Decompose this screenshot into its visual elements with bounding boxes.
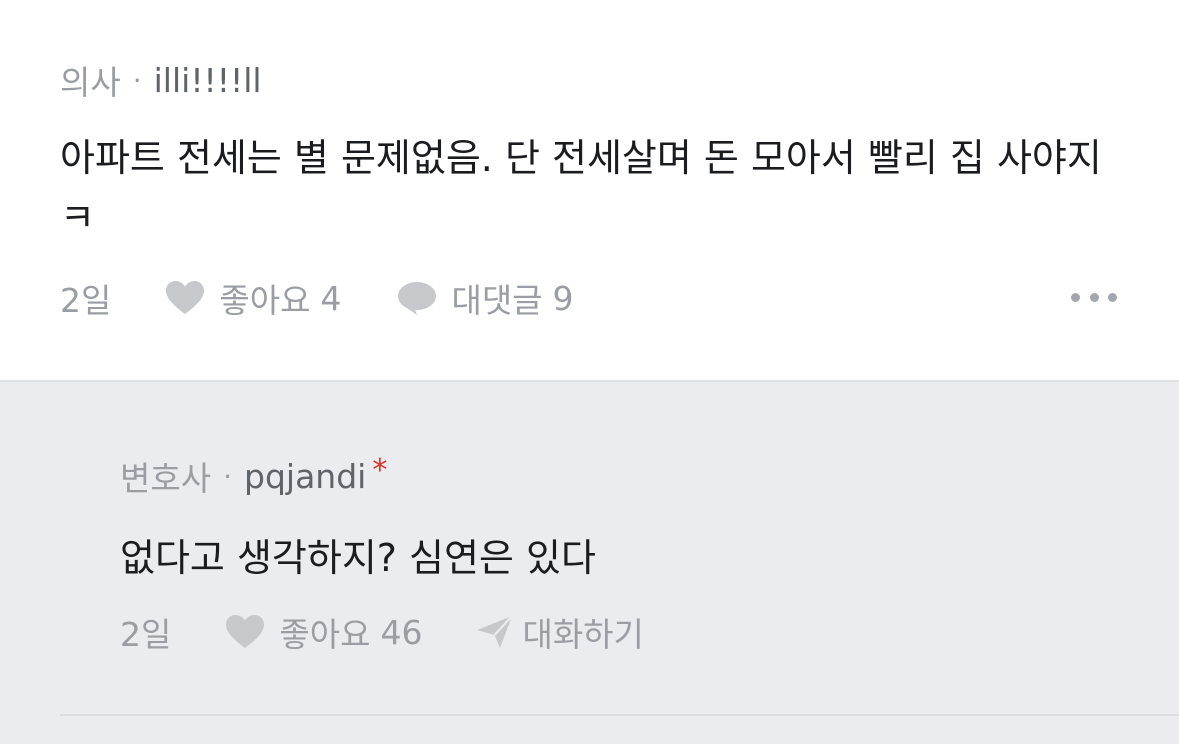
like-label: 좋아요	[219, 281, 311, 320]
more-dot	[1108, 292, 1117, 302]
like-count: 4	[320, 278, 342, 318]
comment-text: 아파트 전세는 별 문제없음. 단 전세살며 돈 모아서 빨리 집 사야지 ㅋ	[60, 136, 1102, 240]
reply-count: 9	[552, 278, 574, 318]
reply-time: 2일	[120, 608, 171, 656]
more-dot	[1089, 292, 1099, 302]
comment-card: 의사 · illi!!!!ll 아파트 전세는 별 문제없음. 단 전세살며 돈…	[0, 0, 1179, 380]
comment-thread: 의사 · illi!!!!ll 아파트 전세는 별 문제없음. 단 전세살며 돈…	[0, 0, 1179, 744]
like-count: 46	[380, 612, 423, 652]
meta-separator: ·	[132, 63, 142, 97]
author-nickname[interactable]: pqjandi	[244, 457, 366, 496]
heart-icon	[225, 614, 265, 650]
comment-time: 2일	[60, 274, 111, 322]
reply-actions: 2일 좋아요 46 대화하기	[120, 608, 644, 656]
chat-label: 대화하기	[522, 615, 644, 654]
heart-icon	[165, 280, 205, 316]
comment-author[interactable]: 의사 · illi!!!!ll	[60, 56, 262, 104]
reply-author[interactable]: 변호사 · pqjandi *	[120, 452, 387, 500]
reply-text: 없다고 생각하지? 심연은 있다	[120, 536, 596, 580]
time-label: 2일	[60, 281, 112, 320]
like-label: 좋아요	[279, 615, 371, 654]
reply-card: 변호사 · pqjandi * 없다고 생각하지? 심연은 있다 2일 좋아요 …	[0, 380, 1179, 744]
comment-actions: 2일 좋아요 4 대댓글 9	[60, 274, 1120, 322]
paper-plane-icon	[476, 614, 514, 650]
like-button[interactable]: 좋아요 46	[225, 608, 422, 656]
divider	[60, 714, 1179, 716]
reply-label: 대댓글	[451, 281, 543, 320]
author-nickname[interactable]: illi!!!!ll	[154, 61, 262, 100]
author-job: 변호사	[120, 459, 212, 498]
like-button[interactable]: 좋아요 4	[165, 274, 341, 322]
chat-button[interactable]: 대화하기	[476, 608, 644, 656]
time-label: 2일	[120, 615, 172, 654]
reply-button[interactable]: 대댓글 9	[397, 274, 574, 322]
author-badge: *	[372, 452, 388, 488]
meta-separator: ·	[223, 459, 232, 493]
author-job: 의사	[60, 63, 121, 102]
speech-bubble-icon	[397, 280, 437, 316]
more-dot	[1071, 292, 1080, 302]
more-horizontal-icon[interactable]	[1071, 280, 1117, 314]
